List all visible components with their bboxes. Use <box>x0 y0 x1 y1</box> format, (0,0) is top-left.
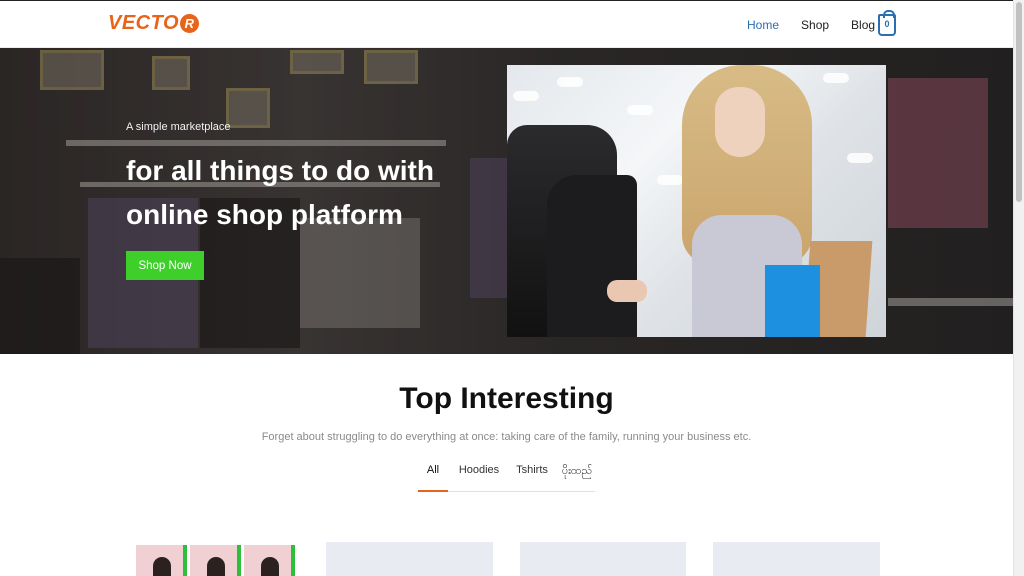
product-card-4[interactable] <box>713 542 880 576</box>
leather-jacket <box>547 175 637 337</box>
product-card-2[interactable] <box>326 542 493 576</box>
product-thumbnail <box>136 545 187 576</box>
shopping-bag-icon[interactable]: 0 <box>878 10 896 36</box>
ceiling-light <box>847 153 873 163</box>
tab-silk[interactable]: ပိုးထည် <box>559 460 595 491</box>
tab-hoodies[interactable]: Hoodies <box>453 460 505 491</box>
logo-badge: R <box>180 14 200 33</box>
hero-tagline: A simple marketplace <box>126 121 231 133</box>
hero-headline-line2: online shop platform <box>126 199 403 230</box>
page-scrollbar[interactable] <box>1013 0 1024 576</box>
hero-shopping-photo <box>507 65 886 337</box>
logo-text: VECTO <box>108 12 180 34</box>
product-card-3[interactable] <box>520 542 686 576</box>
product-card-1[interactable] <box>136 545 295 576</box>
product-thumbnail <box>244 545 295 576</box>
cart-count: 0 <box>884 19 890 29</box>
active-tab-indicator <box>418 490 448 492</box>
tab-tshirts[interactable]: Tshirts <box>510 460 554 491</box>
main-nav: Home Shop Blog <box>747 18 897 32</box>
section-title: Top Interesting <box>399 382 614 415</box>
ceiling-light <box>657 175 683 185</box>
woman-face <box>715 87 765 157</box>
ceiling-light <box>513 91 539 101</box>
tab-all[interactable]: All <box>418 460 448 491</box>
woman-hand <box>607 280 647 302</box>
ceiling-light <box>557 77 583 87</box>
shopping-bag-blue <box>765 265 820 337</box>
hero-banner: A simple marketplace for all things to d… <box>0 48 1013 354</box>
nav-home[interactable]: Home <box>747 18 779 32</box>
section-subtitle: Forget about struggling to do everything… <box>261 431 752 443</box>
scrollbar-thumb[interactable] <box>1016 2 1022 202</box>
ceiling-light <box>627 105 653 115</box>
site-logo[interactable]: VECTO R <box>108 12 200 35</box>
hero-headline: for all things to do with online shop pl… <box>126 149 446 237</box>
category-tabs: All Hoodies Tshirts ပိုးထည် <box>418 460 595 492</box>
shop-now-button[interactable]: Shop Now <box>126 251 204 280</box>
nav-shop[interactable]: Shop <box>801 18 829 32</box>
nav-blog[interactable]: Blog <box>851 18 875 32</box>
page: VECTO R Home Shop Blog 0 A simple marketp… <box>0 0 1024 576</box>
site-header: VECTO R Home Shop Blog 0 <box>0 0 1013 48</box>
ceiling-light <box>823 73 849 83</box>
product-thumbnail <box>190 545 241 576</box>
hero-headline-line1: for all things to do with <box>126 155 434 186</box>
